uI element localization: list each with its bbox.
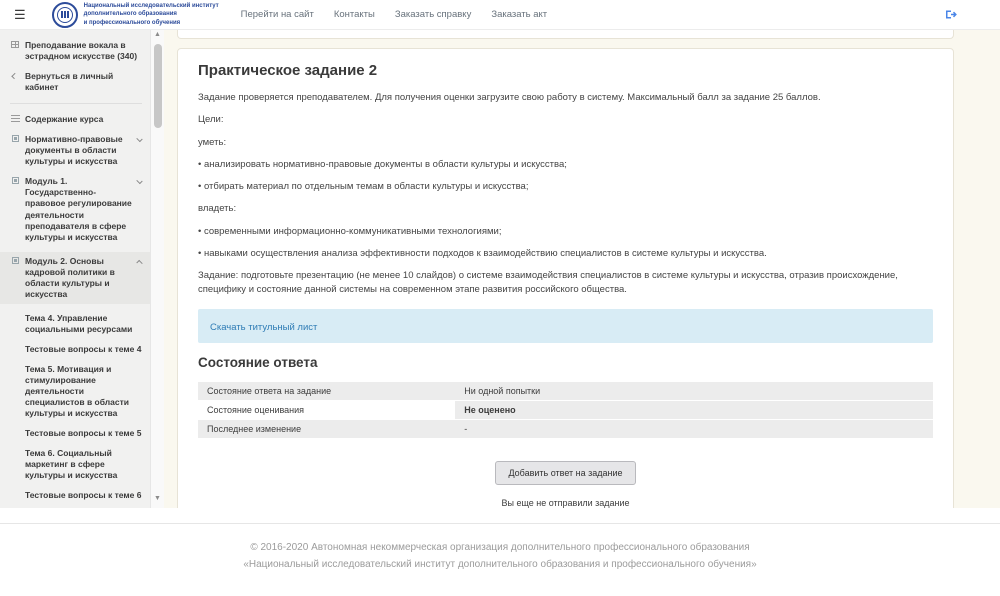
footer-institute-line: «Национальный исследовательский институт… bbox=[0, 557, 1000, 574]
table-row: Последнее изменение - bbox=[198, 419, 933, 438]
sidebar-divider bbox=[10, 103, 142, 104]
module-icon bbox=[10, 256, 20, 300]
logout-icon[interactable] bbox=[945, 8, 958, 21]
submission-status-table: Состояние ответа на задание Ни одной поп… bbox=[198, 382, 933, 439]
nav-order-certificate[interactable]: Заказать справку bbox=[395, 9, 471, 20]
content-wrapper: Преподавание вокала в эстрадном искусств… bbox=[0, 30, 1000, 508]
bullet-item: • отбирать материал по отдельным темам в… bbox=[198, 180, 933, 193]
sidebar-section-module1[interactable]: Модуль 1. Государственно-правовое регули… bbox=[10, 176, 142, 242]
sidebar-section-normative-docs[interactable]: Нормативно-правовые документы в области … bbox=[10, 134, 142, 167]
nav-contacts[interactable]: Контакты bbox=[334, 9, 375, 20]
sidebar-scrollbar[interactable]: ▲ ▼ bbox=[150, 30, 164, 508]
page-footer: © 2016-2020 Автономная некоммерческая ор… bbox=[0, 523, 1000, 583]
status-row-value: - bbox=[455, 419, 933, 438]
assignment-description: Задание проверяется преподавателем. Для … bbox=[198, 91, 933, 104]
page-title: Практическое задание 2 bbox=[198, 62, 933, 79]
institute-logo-icon bbox=[52, 2, 78, 28]
course-grid-icon bbox=[10, 40, 20, 62]
brand[interactable]: Национальный исследовательский институт … bbox=[52, 2, 219, 28]
no-submission-note: Вы еще не отправили задание bbox=[198, 498, 933, 508]
chevron-down-icon bbox=[136, 178, 142, 184]
module-icon bbox=[10, 134, 20, 167]
status-row-label: Состояние ответа на задание bbox=[198, 382, 455, 401]
scroll-up-icon[interactable]: ▲ bbox=[154, 30, 161, 42]
bullet-item: • современными информационно-коммуникати… bbox=[198, 225, 933, 238]
scroll-down-icon[interactable]: ▼ bbox=[154, 494, 161, 506]
sidebar-item-test6[interactable]: Тестовые вопросы к теме 6 bbox=[25, 490, 142, 501]
course-sidebar: Преподавание вокала в эстрадном искусств… bbox=[0, 30, 150, 508]
status-row-value: Не оценено bbox=[455, 400, 933, 419]
download-info-box: Скачать титульный лист bbox=[198, 309, 933, 343]
module-icon bbox=[10, 176, 20, 242]
top-header: ☰ Национальный исследовательский институ… bbox=[0, 0, 1000, 30]
table-row: Состояние оценивания Не оценено bbox=[198, 400, 933, 419]
list-icon bbox=[10, 114, 20, 125]
hamburger-menu-icon[interactable]: ☰ bbox=[14, 8, 26, 21]
chevron-down-icon bbox=[136, 136, 142, 142]
brand-name: Национальный исследовательский институт … bbox=[84, 2, 219, 26]
scrollbar-thumb[interactable] bbox=[154, 44, 162, 128]
main-region: Практическое задание 2 Задание проверяет… bbox=[164, 30, 1000, 508]
bullet-item: • навыками осуществления анализа эффекти… bbox=[198, 247, 933, 260]
assignment-card: Практическое задание 2 Задание проверяет… bbox=[177, 48, 954, 508]
status-row-label: Состояние оценивания bbox=[198, 400, 455, 419]
sidebar-item-tema6[interactable]: Тема 6. Социальный маркетинг в сфере кул… bbox=[25, 448, 142, 481]
top-navigation: Перейти на сайт Контакты Заказать справк… bbox=[241, 9, 548, 20]
status-row-label: Последнее изменение bbox=[198, 419, 455, 438]
add-submission-button[interactable]: Добавить ответ на задание bbox=[495, 461, 635, 485]
submission-status-title: Состояние ответа bbox=[198, 355, 933, 370]
footer-copyright-line: © 2016-2020 Автономная некоммерческая ор… bbox=[0, 540, 1000, 557]
sidebar-course-contents[interactable]: Содержание курса bbox=[10, 114, 142, 125]
sidebar-item-test5[interactable]: Тестовые вопросы к теме 5 bbox=[25, 428, 142, 439]
task-description: Задание: подготовьте презентацию (не мен… bbox=[198, 269, 933, 296]
sidebar-course-title[interactable]: Преподавание вокала в эстрадном искусств… bbox=[10, 40, 142, 62]
skills-label: уметь: bbox=[198, 136, 933, 149]
nav-go-to-site[interactable]: Перейти на сайт bbox=[241, 9, 314, 20]
sidebar-back-to-dashboard[interactable]: Вернуться в личный кабинет bbox=[10, 71, 142, 93]
chevron-left-icon bbox=[10, 71, 20, 93]
bullet-item: • анализировать нормативно-правовые доку… bbox=[198, 158, 933, 171]
scrolled-card-remnant bbox=[177, 30, 954, 39]
goals-label: Цели: bbox=[198, 113, 933, 126]
sidebar-item-test4[interactable]: Тестовые вопросы к теме 4 bbox=[25, 344, 142, 355]
status-row-value: Ни одной попытки bbox=[455, 382, 933, 401]
nav-order-act[interactable]: Заказать акт bbox=[491, 9, 547, 20]
sidebar-item-tema5[interactable]: Тема 5. Мотивация и стимулирование деяте… bbox=[25, 364, 142, 419]
master-label: владеть: bbox=[198, 202, 933, 215]
chevron-up-icon bbox=[136, 259, 142, 265]
sidebar-section-module2[interactable]: Модуль 2. Основы кадровой политики в обл… bbox=[0, 252, 150, 304]
sidebar-item-tema4[interactable]: Тема 4. Управление социальными ресурсами bbox=[25, 313, 142, 335]
download-title-page-link[interactable]: Скачать титульный лист bbox=[210, 322, 317, 333]
table-row: Состояние ответа на задание Ни одной поп… bbox=[198, 382, 933, 401]
